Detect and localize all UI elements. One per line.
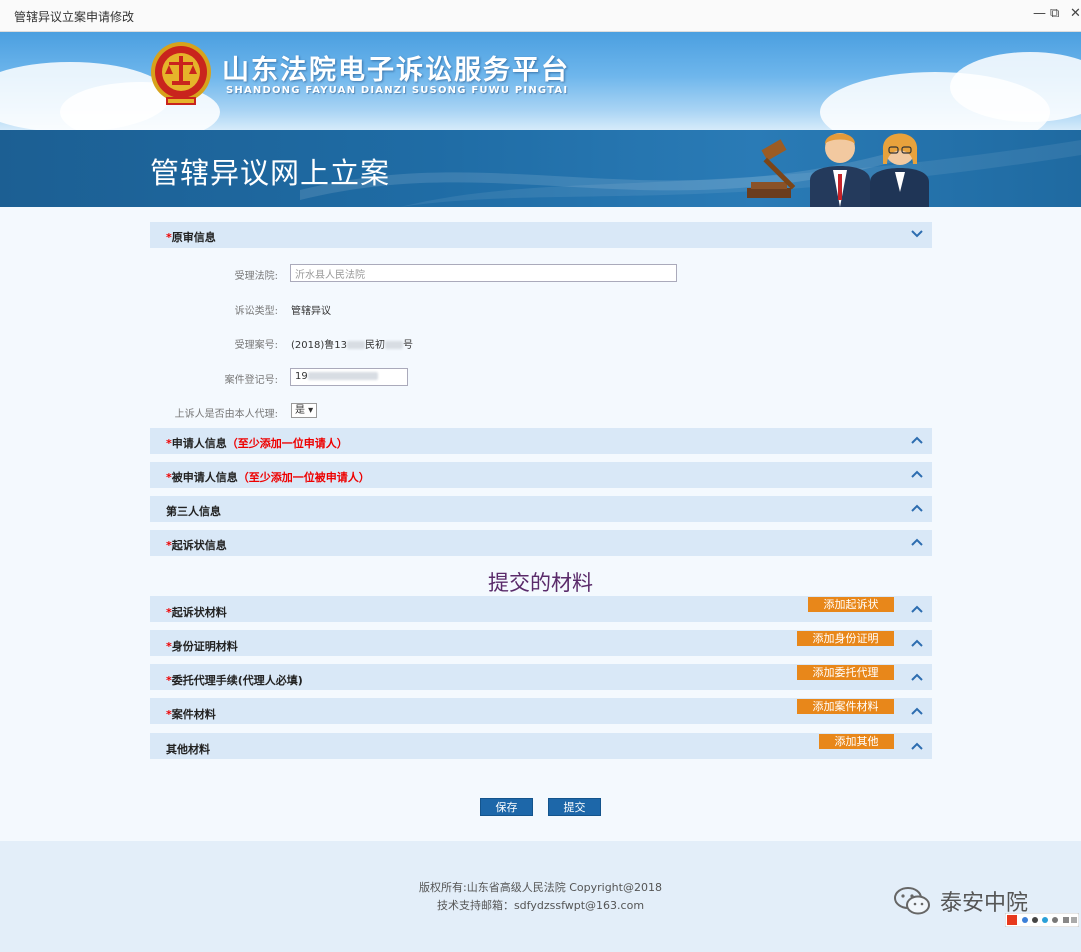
minimize-icon[interactable]: — — [1033, 6, 1046, 21]
chevron-up-icon[interactable] — [910, 535, 924, 549]
material-other[interactable]: 其他材料 添加其他 — [150, 733, 932, 759]
chevron-up-icon[interactable] — [910, 636, 924, 650]
section-label: *被申请人信息（至少添加一位被申请人） — [166, 471, 370, 484]
section-label: *身份证明材料 — [166, 640, 238, 653]
court-emblem-icon — [151, 42, 211, 105]
add-case-material-button[interactable]: 添加案件材料 — [797, 699, 894, 714]
chevron-down-icon[interactable] — [910, 227, 924, 241]
maximize-icon[interactable]: ⧉ — [1050, 6, 1059, 21]
submit-button[interactable]: 提交 — [548, 798, 601, 816]
window-titlebar: 管辖异议立案申请修改 — ⧉ ✕ — [0, 0, 1081, 32]
section-label: 第三人信息 — [166, 505, 221, 518]
section-label: *起诉状材料 — [166, 606, 227, 619]
chevron-up-icon[interactable] — [910, 501, 924, 515]
save-button[interactable]: 保存 — [480, 798, 533, 816]
court-label: 受理法院: — [234, 271, 278, 282]
section-label: 其他材料 — [166, 743, 210, 756]
material-complaint[interactable]: *起诉状材料 添加起诉状 — [150, 596, 932, 622]
main-content: *原审信息 受理法院: 诉讼类型: 管辖异议 受理案号: (2018)鲁13民初… — [0, 207, 1081, 841]
page-header: 管辖异议网上立案 — [0, 130, 1081, 207]
page-footer: 版权所有:山东省高级人民法院 Copyright@2018 技术支持邮箱：sdf… — [0, 841, 1081, 952]
wechat-icon — [894, 887, 930, 915]
material-power-of-attorney[interactable]: *委托代理手续(代理人必填) 添加委托代理 — [150, 664, 932, 690]
chevron-up-icon[interactable] — [910, 670, 924, 684]
section-respondent[interactable]: *被申请人信息（至少添加一位被申请人） — [150, 462, 932, 488]
section-complaint[interactable]: *起诉状信息 — [150, 530, 932, 556]
lawyers-illustration-icon — [747, 133, 929, 207]
type-label: 诉讼类型: — [234, 306, 278, 317]
section-label: *申请人信息（至少添加一位申请人） — [166, 437, 348, 450]
section-label: *案件材料 — [166, 708, 216, 721]
section-label: *委托代理手续(代理人必填) — [166, 674, 303, 687]
case-no-value: (2018)鲁13 民初号 — [291, 340, 413, 351]
site-banner: 山东法院电子诉讼服务平台 SHANDONG FAYUAN DIANZI SUSO… — [0, 32, 1081, 130]
chevron-up-icon[interactable] — [910, 467, 924, 481]
close-icon[interactable]: ✕ — [1070, 6, 1081, 21]
chevron-up-icon[interactable] — [910, 704, 924, 718]
redacted-mark — [307, 372, 378, 380]
section-label: *起诉状信息 — [166, 539, 227, 552]
add-identity-button[interactable]: 添加身份证明 — [797, 631, 894, 646]
add-complaint-button[interactable]: 添加起诉状 — [808, 597, 894, 612]
reg-label: 案件登记号: — [224, 375, 278, 386]
add-attorney-button[interactable]: 添加委托代理 — [797, 665, 894, 680]
material-identity[interactable]: *身份证明材料 添加身份证明 — [150, 630, 932, 656]
type-value: 管辖异议 — [291, 306, 331, 317]
section-third-party[interactable]: 第三人信息 — [150, 496, 932, 522]
section-original-trial[interactable]: *原审信息 — [150, 222, 932, 248]
redacted-mark — [346, 341, 365, 349]
page-title: 管辖异议网上立案 — [150, 156, 391, 190]
chevron-up-icon[interactable] — [910, 739, 924, 753]
case-no-label: 受理案号: — [234, 340, 278, 351]
self-agent-label: 上诉人是否由本人代理: — [174, 409, 278, 420]
site-subtitle: SHANDONG FAYUAN DIANZI SUSONG FUWU PINGT… — [226, 85, 569, 96]
redacted-mark — [384, 341, 403, 349]
court-input[interactable] — [290, 264, 677, 282]
material-case[interactable]: *案件材料 添加案件材料 — [150, 698, 932, 724]
site-title: 山东法院电子诉讼服务平台 — [222, 55, 570, 86]
self-agent-select[interactable]: 是 ▾ — [291, 403, 318, 418]
window-title: 管辖异议立案申请修改 — [14, 10, 135, 24]
section-applicant[interactable]: *申请人信息（至少添加一位申请人） — [150, 428, 932, 454]
section-label: *原审信息 — [166, 231, 216, 244]
materials-heading: 提交的材料 — [488, 571, 593, 595]
add-other-button[interactable]: 添加其他 — [819, 734, 894, 749]
ime-toolbar-icon — [1005, 913, 1079, 927]
chevron-up-icon[interactable] — [910, 433, 924, 447]
reg-input[interactable]: 19 — [290, 368, 408, 386]
chevron-up-icon[interactable] — [910, 602, 924, 616]
